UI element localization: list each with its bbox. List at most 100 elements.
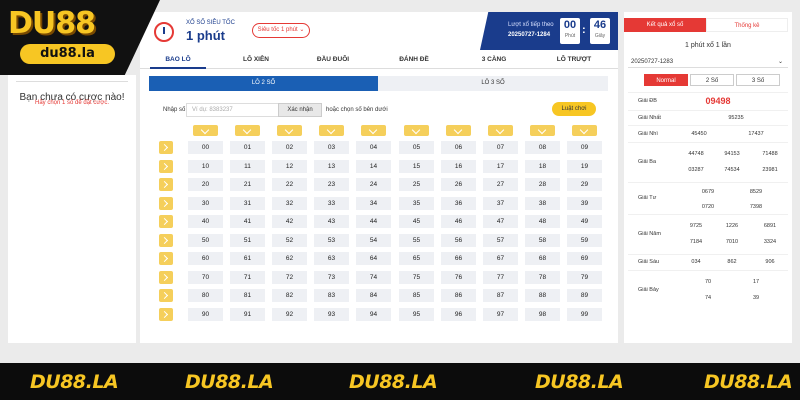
number-cell[interactable]: 67 bbox=[483, 252, 518, 265]
number-cell[interactable]: 88 bbox=[525, 289, 560, 302]
tab-lo-truot[interactable]: LÔ TRƯỢT bbox=[546, 53, 602, 69]
number-cell[interactable]: 48 bbox=[525, 215, 560, 228]
number-cell[interactable]: 55 bbox=[399, 233, 434, 247]
confirm-button[interactable]: Xác nhận bbox=[278, 103, 322, 117]
number-cell[interactable]: 65 bbox=[399, 252, 434, 265]
select-column-button[interactable] bbox=[361, 125, 386, 136]
number-cell[interactable]: 79 bbox=[567, 270, 602, 284]
rules-button[interactable]: Luật chơi bbox=[552, 102, 596, 116]
number-cell[interactable]: 37 bbox=[483, 196, 518, 210]
number-cell[interactable]: 95 bbox=[399, 307, 434, 321]
select-column-button[interactable] bbox=[446, 125, 471, 136]
number-cell[interactable]: 63 bbox=[314, 252, 349, 265]
number-cell[interactable]: 90 bbox=[188, 307, 223, 321]
select-column-button[interactable] bbox=[193, 125, 218, 136]
number-cell[interactable]: 39 bbox=[567, 196, 602, 210]
mode-normal[interactable]: Normal bbox=[644, 74, 688, 86]
number-cell[interactable]: 96 bbox=[441, 307, 476, 321]
select-column-button[interactable] bbox=[319, 125, 344, 136]
select-row-button[interactable] bbox=[159, 270, 173, 284]
select-row-button[interactable] bbox=[159, 215, 173, 228]
number-cell[interactable]: 07 bbox=[483, 141, 518, 154]
number-cell[interactable]: 25 bbox=[399, 178, 434, 191]
number-cell[interactable]: 34 bbox=[356, 196, 391, 210]
number-cell[interactable]: 85 bbox=[399, 289, 434, 302]
number-cell[interactable]: 68 bbox=[525, 252, 560, 265]
select-column-button[interactable] bbox=[404, 125, 429, 136]
number-cell[interactable]: 36 bbox=[441, 196, 476, 210]
number-cell[interactable]: 03 bbox=[314, 141, 349, 154]
select-column-button[interactable] bbox=[277, 125, 302, 136]
game-mode-select[interactable]: Siêu tốc 1 phút ⌄ bbox=[252, 23, 310, 38]
number-cell[interactable]: 59 bbox=[567, 233, 602, 247]
select-column-button[interactable] bbox=[530, 125, 555, 136]
number-cell[interactable]: 74 bbox=[356, 270, 391, 284]
number-cell[interactable]: 86 bbox=[441, 289, 476, 302]
number-cell[interactable]: 81 bbox=[230, 289, 265, 302]
select-row-button[interactable] bbox=[159, 289, 173, 302]
select-column-button[interactable] bbox=[488, 125, 513, 136]
number-cell[interactable]: 20 bbox=[188, 178, 223, 191]
number-cell[interactable]: 30 bbox=[188, 196, 223, 210]
select-row-button[interactable] bbox=[159, 233, 173, 247]
number-cell[interactable]: 28 bbox=[525, 178, 560, 191]
number-cell[interactable]: 10 bbox=[188, 159, 223, 173]
tab-lo-xien[interactable]: LÔ XIÊN bbox=[228, 53, 284, 69]
number-cell[interactable]: 51 bbox=[230, 233, 265, 247]
number-cell[interactable]: 46 bbox=[441, 215, 476, 228]
number-cell[interactable]: 11 bbox=[230, 159, 265, 173]
number-cell[interactable]: 98 bbox=[525, 307, 560, 321]
number-cell[interactable]: 31 bbox=[230, 196, 265, 210]
number-cell[interactable]: 05 bbox=[399, 141, 434, 154]
number-cell[interactable]: 99 bbox=[567, 307, 602, 321]
number-cell[interactable]: 17 bbox=[483, 159, 518, 173]
number-cell[interactable]: 23 bbox=[314, 178, 349, 191]
tab-3-cang[interactable]: 3 CÀNG bbox=[466, 53, 522, 69]
select-row-button[interactable] bbox=[159, 141, 173, 154]
number-cell[interactable]: 24 bbox=[356, 178, 391, 191]
number-cell[interactable]: 84 bbox=[356, 289, 391, 302]
number-cell[interactable]: 04 bbox=[356, 141, 391, 154]
number-cell[interactable]: 89 bbox=[567, 289, 602, 302]
number-cell[interactable]: 00 bbox=[188, 141, 223, 154]
select-row-button[interactable] bbox=[159, 159, 173, 173]
number-cell[interactable]: 57 bbox=[483, 233, 518, 247]
number-cell[interactable]: 69 bbox=[567, 252, 602, 265]
number-cell[interactable]: 97 bbox=[483, 307, 518, 321]
number-cell[interactable]: 50 bbox=[188, 233, 223, 247]
number-cell[interactable]: 33 bbox=[314, 196, 349, 210]
number-cell[interactable]: 62 bbox=[272, 252, 307, 265]
number-cell[interactable]: 72 bbox=[272, 270, 307, 284]
number-cell[interactable]: 13 bbox=[314, 159, 349, 173]
number-cell[interactable]: 83 bbox=[314, 289, 349, 302]
number-cell[interactable]: 73 bbox=[314, 270, 349, 284]
number-cell[interactable]: 53 bbox=[314, 233, 349, 247]
number-cell[interactable]: 44 bbox=[356, 215, 391, 228]
number-cell[interactable]: 19 bbox=[567, 159, 602, 173]
number-cell[interactable]: 22 bbox=[272, 178, 307, 191]
number-cell[interactable]: 27 bbox=[483, 178, 518, 191]
number-input[interactable]: Ví dụ: 8383237 bbox=[186, 103, 290, 117]
number-cell[interactable]: 06 bbox=[441, 141, 476, 154]
select-column-button[interactable] bbox=[572, 125, 597, 136]
number-cell[interactable]: 66 bbox=[441, 252, 476, 265]
number-cell[interactable]: 12 bbox=[272, 159, 307, 173]
number-cell[interactable]: 21 bbox=[230, 178, 265, 191]
number-cell[interactable]: 15 bbox=[399, 159, 434, 173]
tab-statistics[interactable]: Thống kê bbox=[706, 18, 788, 32]
mode-2-so[interactable]: 2 Số bbox=[690, 74, 734, 86]
subtab-lo-3-so[interactable]: LÔ 3 SỐ bbox=[378, 76, 608, 91]
number-cell[interactable]: 02 bbox=[272, 141, 307, 154]
select-row-button[interactable] bbox=[159, 178, 173, 191]
number-cell[interactable]: 70 bbox=[188, 270, 223, 284]
number-cell[interactable]: 43 bbox=[314, 215, 349, 228]
number-cell[interactable]: 92 bbox=[272, 307, 307, 321]
number-cell[interactable]: 94 bbox=[356, 307, 391, 321]
number-cell[interactable]: 01 bbox=[230, 141, 265, 154]
number-cell[interactable]: 58 bbox=[525, 233, 560, 247]
number-cell[interactable]: 14 bbox=[356, 159, 391, 173]
number-cell[interactable]: 77 bbox=[483, 270, 518, 284]
number-cell[interactable]: 78 bbox=[525, 270, 560, 284]
number-cell[interactable]: 75 bbox=[399, 270, 434, 284]
tab-bao-lo[interactable]: BAO LÔ bbox=[150, 53, 206, 69]
